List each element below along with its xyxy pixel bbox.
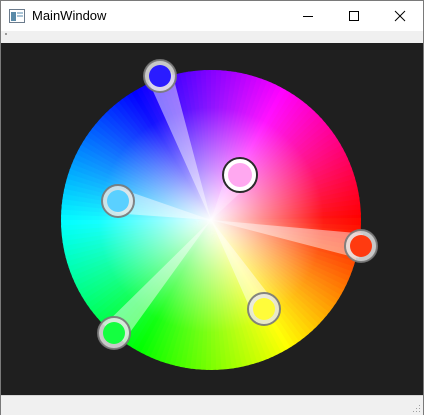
handle-purple[interactable]	[222, 157, 258, 193]
handle-yellow-swatch[interactable]	[253, 298, 275, 320]
resize-grip-icon[interactable]	[411, 403, 421, 413]
handle-blue[interactable]	[143, 59, 177, 93]
handle-green-swatch[interactable]	[103, 322, 125, 344]
handle-light-blue[interactable]	[101, 184, 135, 218]
main-window: MainWindow	[0, 0, 424, 415]
menu-bar-marker	[5, 33, 7, 35]
handle-purple-swatch[interactable]	[228, 163, 252, 187]
minimize-icon	[303, 16, 313, 17]
handle-yellow[interactable]	[247, 292, 281, 326]
color-wheel-svg[interactable]	[1, 43, 423, 395]
window-app-icon	[9, 9, 25, 23]
maximize-button[interactable]	[331, 1, 377, 31]
handle-light-blue-swatch[interactable]	[107, 190, 129, 212]
maximize-icon	[349, 11, 359, 21]
menu-bar	[1, 31, 423, 42]
color-wheel-canvas[interactable]	[1, 43, 423, 395]
minimize-button[interactable]	[285, 1, 331, 31]
handle-red-swatch[interactable]	[350, 235, 372, 257]
handle-green[interactable]	[97, 316, 131, 350]
title-bar[interactable]: MainWindow	[1, 1, 423, 31]
close-icon	[394, 10, 406, 22]
handle-red[interactable]	[344, 229, 378, 263]
status-bar	[1, 395, 423, 415]
window-title: MainWindow	[32, 8, 107, 23]
close-button[interactable]	[377, 1, 423, 31]
handle-blue-swatch[interactable]	[149, 65, 171, 87]
